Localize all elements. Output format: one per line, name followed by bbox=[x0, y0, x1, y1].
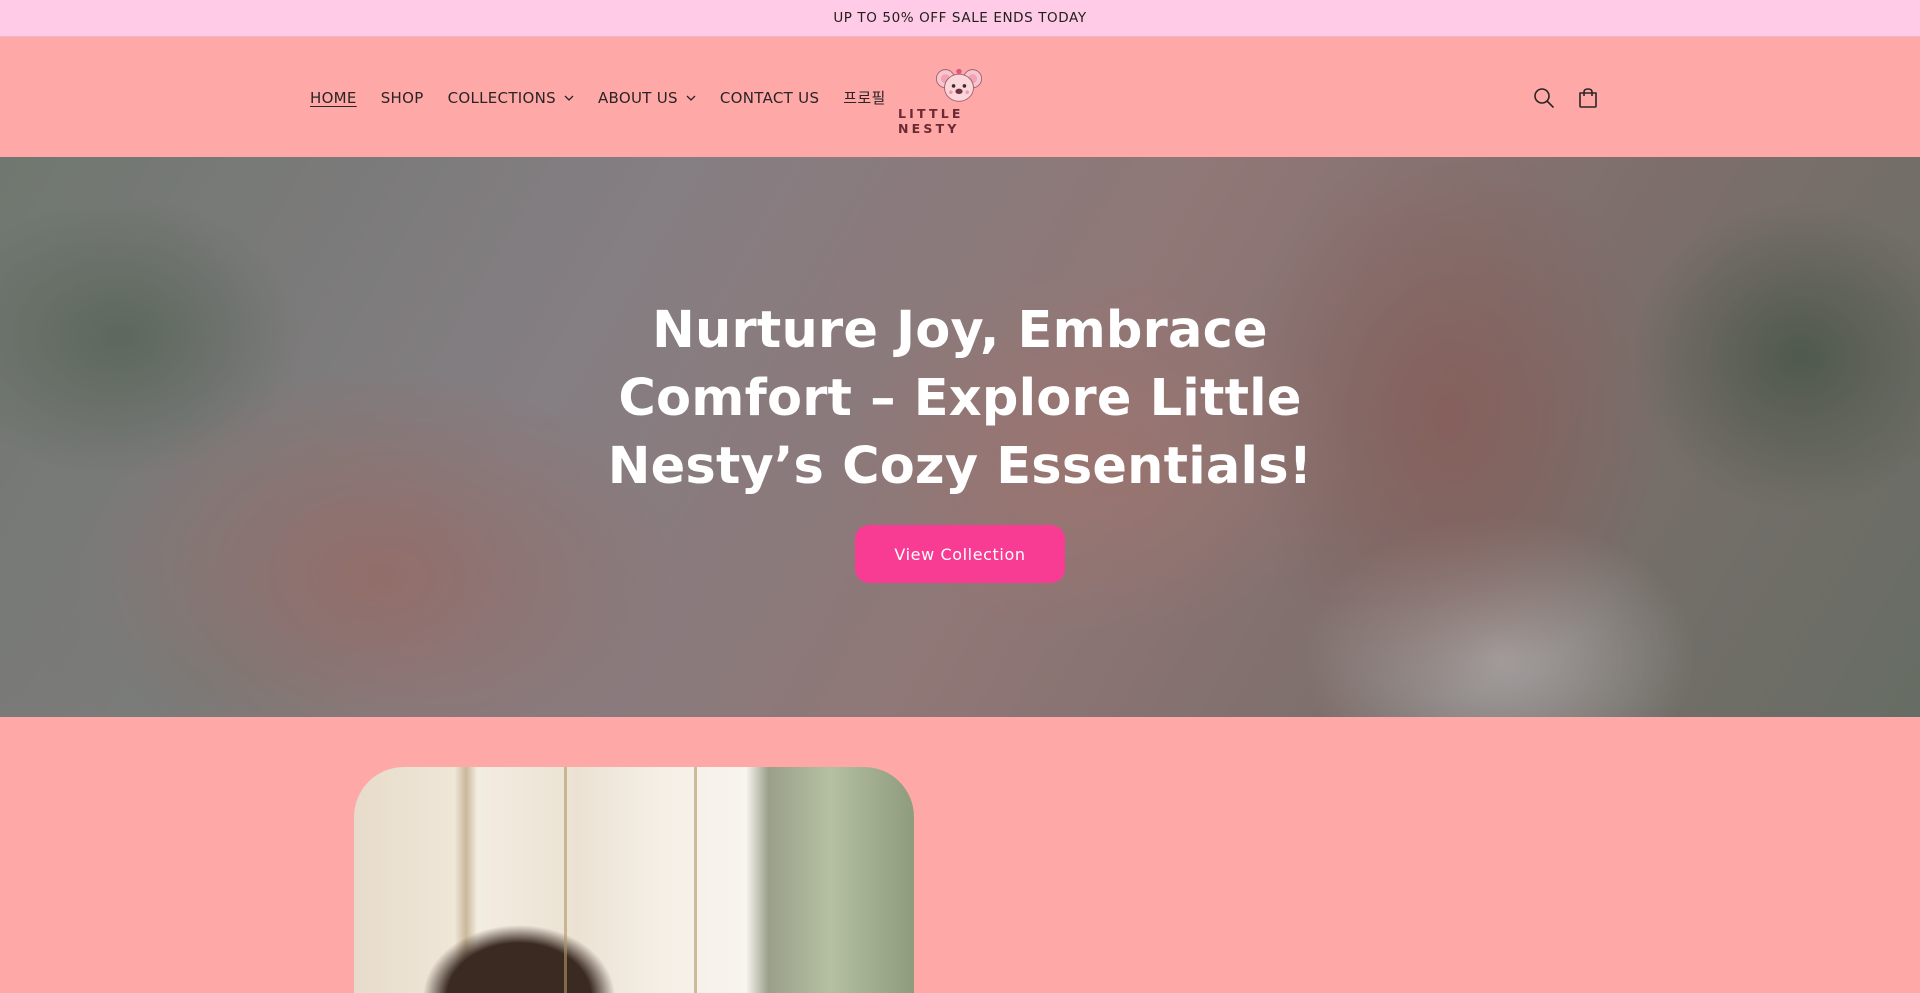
cart-icon[interactable] bbox=[1576, 86, 1600, 110]
view-collection-button[interactable]: View Collection bbox=[855, 525, 1065, 583]
feature-section bbox=[0, 717, 1920, 993]
hero-title: Nurture Joy, Embrace Comfort – Explore L… bbox=[607, 301, 1313, 496]
hero-banner: Nurture Joy, Embrace Comfort – Explore L… bbox=[0, 157, 1920, 717]
announcement-text: UP TO 50% OFF SALE ENDS TODAY bbox=[833, 10, 1087, 26]
chevron-down-icon bbox=[686, 93, 696, 103]
chevron-down-icon bbox=[564, 93, 574, 103]
hero-content: Nurture Joy, Embrace Comfort – Explore L… bbox=[0, 157, 1920, 717]
nav-label: SHOP bbox=[380, 88, 424, 107]
logo-text: LITTLE NESTY bbox=[898, 106, 964, 136]
site-logo[interactable]: LITTLE NESTY bbox=[898, 66, 1020, 136]
site-header: HOME SHOP COLLECTIONS ABOUT US CONTACT U… bbox=[0, 38, 1920, 157]
header-icons bbox=[1532, 38, 1600, 157]
nav-item-shop[interactable]: SHOP bbox=[381, 86, 424, 110]
nav-label: HOME bbox=[310, 88, 357, 107]
main-nav: HOME SHOP COLLECTIONS ABOUT US CONTACT U… bbox=[310, 38, 910, 157]
search-icon[interactable] bbox=[1532, 86, 1556, 110]
announcement-bar: UP TO 50% OFF SALE ENDS TODAY bbox=[0, 0, 1920, 37]
nav-label: ABOUT US bbox=[597, 88, 678, 107]
feature-image bbox=[354, 767, 914, 993]
nav-item-profile[interactable]: 프로필 bbox=[843, 86, 885, 110]
nav-item-about-us[interactable]: ABOUT US bbox=[598, 86, 696, 110]
nav-label: CONTACT US bbox=[719, 88, 820, 107]
koala-face-icon bbox=[935, 68, 983, 102]
nav-item-collections[interactable]: COLLECTIONS bbox=[448, 86, 574, 110]
nav-label: 프로필 bbox=[843, 89, 886, 107]
nav-item-contact-us[interactable]: CONTACT US bbox=[720, 86, 819, 110]
nav-label: COLLECTIONS bbox=[447, 88, 556, 107]
nav-item-home[interactable]: HOME bbox=[310, 86, 357, 110]
